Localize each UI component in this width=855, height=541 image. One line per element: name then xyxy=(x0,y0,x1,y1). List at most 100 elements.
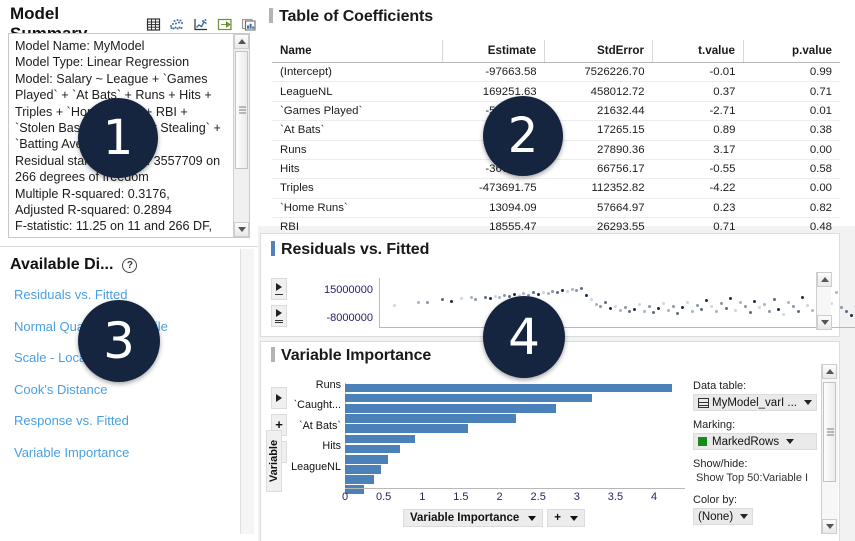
bar[interactable] xyxy=(345,475,374,484)
bar[interactable] xyxy=(345,394,592,403)
diagnostic-link-variable-importance[interactable]: Variable Importance xyxy=(14,445,244,460)
bar[interactable] xyxy=(345,424,468,433)
y-axis-collapse-button[interactable] xyxy=(271,305,287,327)
scroll-down-arrow[interactable] xyxy=(822,519,837,534)
residuals-title: Residuals vs. Fitted xyxy=(281,241,429,258)
bar[interactable] xyxy=(345,435,415,444)
bar[interactable] xyxy=(345,404,556,413)
scroll-thumb[interactable] xyxy=(823,382,836,482)
export-arrow-icon[interactable] xyxy=(216,15,235,34)
scatter-point xyxy=(590,298,593,301)
bar[interactable] xyxy=(345,465,381,474)
marking-dropdown[interactable]: MarkedRows xyxy=(693,433,817,450)
scatter-point xyxy=(585,294,588,297)
scatter-point xyxy=(561,289,564,292)
bar-row[interactable]: Runs xyxy=(345,383,685,393)
diagnostic-link-response-vs-fitted[interactable]: Response vs. Fitted xyxy=(14,413,244,428)
variable-importance-y-axis-title[interactable]: Variable xyxy=(266,430,282,492)
cell-tvalue: 0.37 xyxy=(653,82,744,101)
col-header-pvalue[interactable]: p.value xyxy=(743,40,840,63)
scatter-point xyxy=(806,304,809,307)
bar-row[interactable] xyxy=(345,454,685,464)
scatter-point xyxy=(624,306,627,309)
variable-importance-scrollbar[interactable] xyxy=(821,364,838,534)
model-summary-scrollbar[interactable] xyxy=(233,34,249,237)
vi-showhide-control: Show/hide: Show Top 50:Variable I xyxy=(693,458,808,484)
scatter-point xyxy=(537,293,540,296)
help-icon[interactable]: ? xyxy=(122,258,137,273)
coefficients-title: Table of Coefficients xyxy=(279,8,433,25)
scroll-down-arrow[interactable] xyxy=(234,222,249,237)
colorby-dropdown[interactable]: (None) xyxy=(693,508,753,525)
bar[interactable] xyxy=(345,445,400,454)
scatter-point xyxy=(575,289,578,292)
bar-row[interactable]: `Caught... xyxy=(345,403,685,413)
scatter-point xyxy=(691,310,694,313)
scatter-point xyxy=(715,310,718,313)
col-header-name[interactable]: Name xyxy=(272,40,442,63)
residuals-panel-scrollbar[interactable] xyxy=(816,272,831,330)
chevron-down-icon xyxy=(740,514,748,519)
bar-row[interactable]: Hits xyxy=(345,444,685,454)
available-diagnostics-panel: Available Di... ? Residuals vs. Fitted N… xyxy=(0,246,258,541)
scroll-up-arrow[interactable] xyxy=(817,272,832,287)
y-axis-expand-button[interactable] xyxy=(271,387,287,409)
bar[interactable] xyxy=(345,414,516,423)
bar[interactable] xyxy=(345,384,672,393)
duplicate-window-icon[interactable] xyxy=(239,15,258,34)
diagnostic-link-cooks-distance[interactable]: Cook's Distance xyxy=(14,382,244,397)
bar-row[interactable]: `At Bats` xyxy=(345,424,685,434)
y-tick-label-min: -8000000 xyxy=(295,304,373,332)
scatter-point xyxy=(657,307,660,310)
scatter-point xyxy=(667,309,670,312)
y-tick-label-max: 15000000 xyxy=(295,276,373,304)
data-table-value: MyModel_varI ... xyxy=(712,397,797,409)
bar-row[interactable] xyxy=(345,475,685,485)
x-axis-selector-dropdown[interactable]: Variable Importance xyxy=(403,509,543,527)
residuals-header: Residuals vs. Fitted xyxy=(271,241,429,259)
scroll-thumb[interactable] xyxy=(235,51,248,169)
scatter-point xyxy=(571,288,574,291)
scatter-point xyxy=(696,304,699,307)
scatter-point xyxy=(417,301,420,304)
scatter-point xyxy=(633,308,636,311)
table-row[interactable]: `Home Runs` 13094.09 57664.97 0.23 0.82 xyxy=(272,198,840,217)
scroll-up-arrow[interactable] xyxy=(822,364,837,379)
scatter-point xyxy=(672,305,675,308)
bar-row[interactable]: LeagueNL xyxy=(345,465,685,475)
bar-row[interactable] xyxy=(345,434,685,444)
scatter-point xyxy=(700,308,703,311)
col-header-tvalue[interactable]: t.value xyxy=(653,40,744,63)
scatter-point xyxy=(662,302,665,305)
table-row[interactable]: Hits -36716.95 66756.17 -0.55 0.58 xyxy=(272,159,840,178)
x-tick-label: 2.5 xyxy=(531,491,546,503)
showhide-value[interactable]: Show Top 50:Variable I xyxy=(693,472,808,484)
residuals-scatter-plot[interactable] xyxy=(379,278,855,328)
scatter-point xyxy=(532,291,535,294)
table-icon[interactable] xyxy=(144,15,163,34)
add-axis-button[interactable]: + xyxy=(547,509,585,527)
scatter-point xyxy=(648,305,651,308)
table-row[interactable]: Triples -473691.75 112352.82 -4.22 0.00 xyxy=(272,179,840,198)
bar-row[interactable] xyxy=(345,414,685,424)
scatter-point xyxy=(614,305,617,308)
line-plot-icon[interactable] xyxy=(192,15,211,34)
col-header-stderror[interactable]: StdError xyxy=(545,40,653,63)
diagnostics-scrollbar[interactable] xyxy=(240,249,254,534)
diagnostic-link-residuals-vs-fitted[interactable]: Residuals vs. Fitted xyxy=(14,287,244,302)
cell-pvalue: 0.00 xyxy=(743,140,840,159)
bar-category-label: LeagueNL xyxy=(291,461,341,473)
data-table-dropdown[interactable]: MyModel_varI ... xyxy=(693,394,817,411)
table-row[interactable]: LeagueNL 169251.63 458012.72 0.37 0.71 xyxy=(272,82,840,101)
scatter-plot-icon[interactable] xyxy=(168,15,187,34)
cell-name: `At Bats` xyxy=(272,121,442,140)
scroll-down-arrow[interactable] xyxy=(817,315,832,330)
variable-importance-bar-chart[interactable]: Runs `Caught... `At Bats` Hits LeagueNL xyxy=(345,383,685,488)
y-axis-expand-button[interactable] xyxy=(271,278,287,300)
bar[interactable] xyxy=(345,455,388,464)
scroll-up-arrow[interactable] xyxy=(234,34,249,49)
x-tick-label: 4 xyxy=(651,491,657,503)
bar-row[interactable] xyxy=(345,393,685,403)
table-row[interactable]: (Intercept) -97663.58 7526226.70 -0.01 0… xyxy=(272,63,840,82)
col-header-estimate[interactable]: Estimate xyxy=(442,40,544,63)
